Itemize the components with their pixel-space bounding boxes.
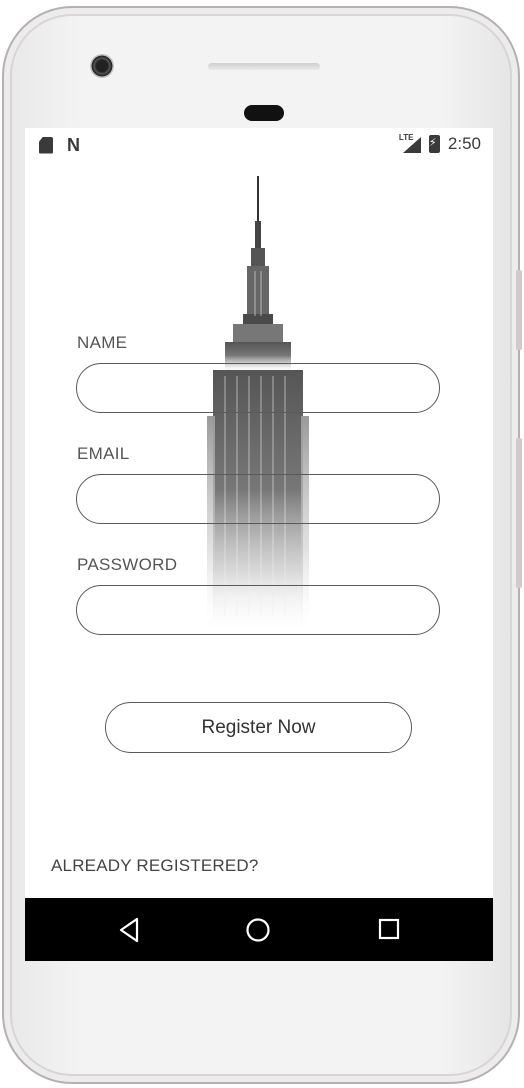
name-label: NAME (77, 333, 128, 352)
already-registered-link[interactable]: ALREADY REGISTERED? (51, 856, 259, 876)
password-label: PASSWORD (77, 555, 178, 574)
n-notification-icon: N (67, 135, 80, 155)
status-bar: N LTE 2:50 (25, 128, 493, 162)
email-input[interactable] (76, 474, 440, 524)
recents-icon[interactable] (377, 917, 401, 941)
sdcard-icon (39, 136, 53, 154)
lte-signal-icon: LTE (399, 133, 421, 153)
register-now-button[interactable]: Register Now (105, 702, 412, 753)
name-input[interactable] (76, 363, 440, 413)
app-screen: N LTE 2:50 (25, 128, 493, 961)
email-label: EMAIL (77, 444, 130, 463)
navigation-bar (25, 898, 493, 961)
proximity-sensor (244, 105, 284, 121)
home-icon[interactable] (245, 917, 271, 943)
earpiece-speaker (208, 63, 320, 70)
battery-charging-icon (428, 135, 440, 153)
front-camera (90, 54, 114, 78)
password-input[interactable] (76, 585, 440, 635)
volume-button (516, 438, 522, 588)
back-icon[interactable] (117, 917, 141, 943)
clock: 2:50 (447, 134, 481, 153)
power-button (516, 270, 522, 350)
